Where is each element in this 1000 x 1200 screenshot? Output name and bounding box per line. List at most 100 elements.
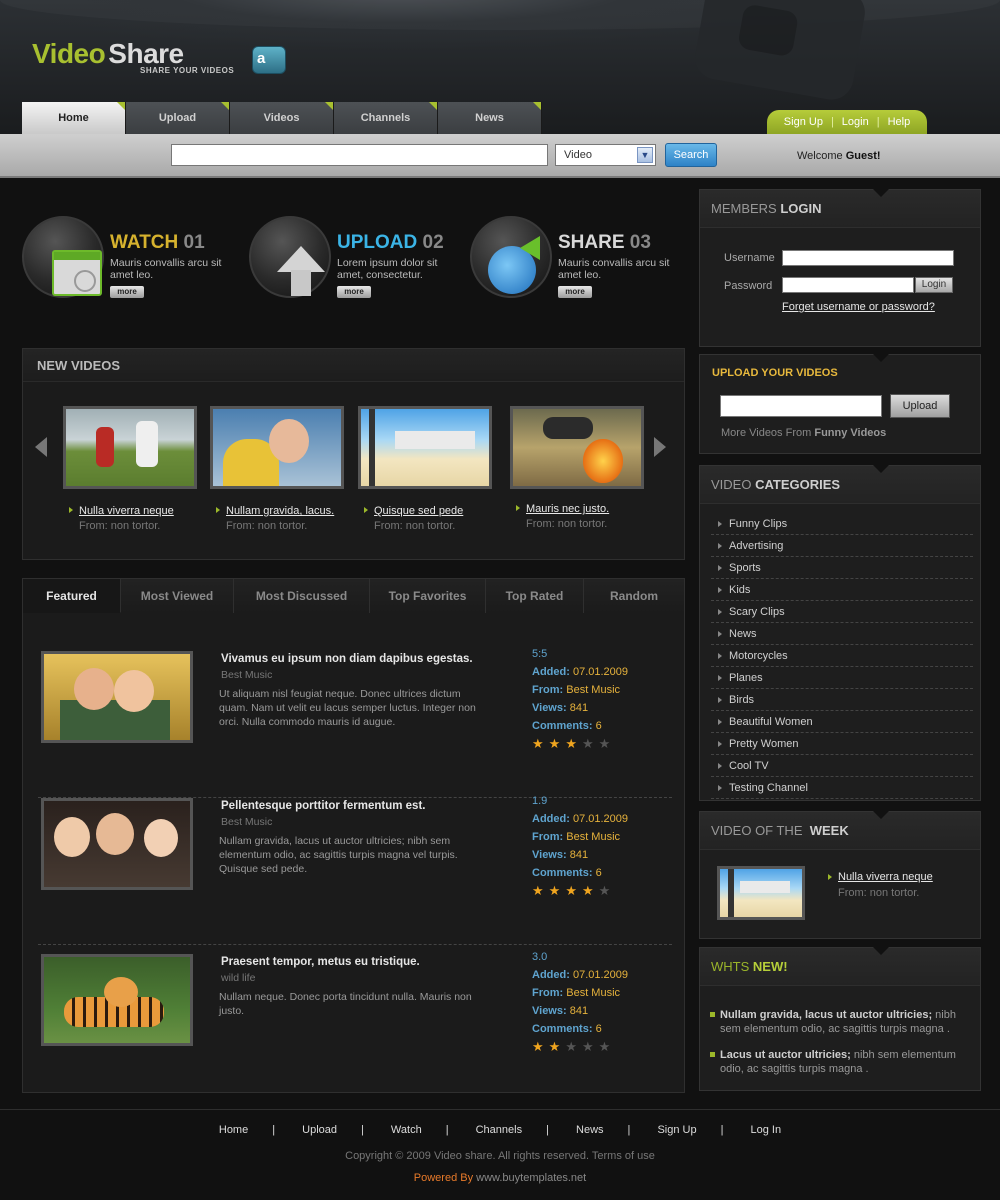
news-item[interactable]: Nullam gravida, lacus ut auctor ultricie… xyxy=(710,1008,966,1036)
category-item[interactable]: Pretty Women xyxy=(711,733,973,755)
video-thumbnail[interactable] xyxy=(210,406,344,489)
tab-top-rated[interactable]: Top Rated xyxy=(486,579,584,613)
nav-tab-videos[interactable]: Videos xyxy=(230,102,334,134)
star-rating[interactable]: ★ ★ ★ ★ ★ xyxy=(532,1040,610,1053)
video-thumbnail[interactable] xyxy=(510,406,644,489)
tab-top-favorites[interactable]: Top Favorites xyxy=(370,579,486,613)
category-item[interactable]: Cool TV xyxy=(711,755,973,777)
login-button[interactable]: Login xyxy=(915,277,953,293)
video-thumbnail[interactable] xyxy=(358,406,492,489)
search-input[interactable] xyxy=(171,144,548,166)
video-thumbnail[interactable] xyxy=(63,406,197,489)
tab-featured[interactable]: Featured xyxy=(23,579,121,613)
star-icon[interactable]: ★ xyxy=(599,884,611,897)
carousel-prev-icon[interactable] xyxy=(35,437,47,457)
footer-link-watch[interactable]: Watch xyxy=(391,1124,422,1136)
category-item[interactable]: Sports xyxy=(711,557,973,579)
footer-link-home[interactable]: Home xyxy=(219,1124,248,1136)
carousel-next-icon[interactable] xyxy=(654,437,666,457)
tab-random[interactable]: Random xyxy=(584,579,684,613)
category-item[interactable]: Funny Clips xyxy=(711,513,973,535)
nav-tab-news[interactable]: News xyxy=(438,102,542,134)
video-title[interactable]: Vivamus eu ipsum non diam dapibus egesta… xyxy=(221,653,473,665)
star-icon[interactable]: ★ xyxy=(549,1040,561,1053)
star-icon[interactable]: ★ xyxy=(599,737,611,750)
category-item[interactable]: Testing Channel xyxy=(711,777,973,799)
site-logo[interactable]: Video Share SHARE YOUR VIDEOS xyxy=(32,38,234,75)
signup-link[interactable]: Sign Up xyxy=(784,116,823,128)
category-item[interactable]: Kids xyxy=(711,579,973,601)
footer-link-channels[interactable]: Channels xyxy=(476,1124,522,1136)
more-button[interactable]: more xyxy=(110,286,144,298)
star-icon[interactable]: ★ xyxy=(565,1040,577,1053)
video-thumbnail[interactable] xyxy=(717,866,805,920)
video-title[interactable]: Pellentesque porttitor fermentum est. xyxy=(221,800,425,812)
camera-badge-icon: a xyxy=(252,46,286,74)
star-icon[interactable]: ★ xyxy=(582,737,594,750)
search-button[interactable]: Search xyxy=(665,143,717,167)
star-icon[interactable]: ★ xyxy=(549,737,561,750)
video-thumbnail[interactable] xyxy=(41,651,193,743)
new-video-title[interactable]: Nulla viverra neque xyxy=(79,505,174,517)
upload-button[interactable]: Upload xyxy=(890,394,950,418)
star-icon[interactable]: ★ xyxy=(532,884,544,897)
footer-link-upload[interactable]: Upload xyxy=(302,1124,337,1136)
video-thumbnail[interactable] xyxy=(41,798,193,890)
video-title[interactable]: Praesent tempor, metus eu tristique. xyxy=(221,956,420,968)
category-item[interactable]: News xyxy=(711,623,973,645)
footer-link-news[interactable]: News xyxy=(576,1124,604,1136)
tab-most-viewed[interactable]: Most Viewed xyxy=(121,579,234,613)
category-item[interactable]: Motorcycles xyxy=(711,645,973,667)
star-rating[interactable]: ★ ★ ★ ★ ★ xyxy=(532,737,610,750)
list-item: Praesent tempor, metus eu tristique. wil… xyxy=(38,951,672,1101)
powered-by-site[interactable]: www.buytemplates.net xyxy=(476,1172,586,1184)
category-item[interactable]: Birds xyxy=(711,689,973,711)
star-icon[interactable]: ★ xyxy=(565,737,577,750)
whats-new-heading: WHTS NEW! xyxy=(700,948,980,986)
star-icon[interactable]: ★ xyxy=(549,884,561,897)
footer-link-login[interactable]: Log In xyxy=(751,1124,782,1136)
star-rating[interactable]: ★ ★ ★ ★ ★ xyxy=(532,884,610,897)
heading-bold: WEEK xyxy=(809,823,849,838)
news-item[interactable]: Lacus ut auctor ultricies; nibh sem elem… xyxy=(710,1048,966,1076)
star-icon[interactable]: ★ xyxy=(532,1040,544,1053)
category-item[interactable]: Planes xyxy=(711,667,973,689)
footer-link-signup[interactable]: Sign Up xyxy=(657,1124,696,1136)
new-video-title[interactable]: Mauris nec justo. xyxy=(526,503,609,515)
password-input[interactable] xyxy=(782,277,914,293)
search-type-select[interactable]: Video ▼ xyxy=(555,144,656,166)
star-icon[interactable]: ★ xyxy=(582,1040,594,1053)
new-video-title[interactable]: Quisque sed pede xyxy=(374,505,463,517)
username-input[interactable] xyxy=(782,250,954,266)
heading-bold: LOGIN xyxy=(780,201,822,216)
star-icon[interactable]: ★ xyxy=(582,884,594,897)
upload-more-link[interactable]: Funny Videos xyxy=(814,427,886,439)
upload-file-input[interactable] xyxy=(720,395,882,417)
feature-orb xyxy=(22,216,104,298)
category-item[interactable]: Advertising xyxy=(711,535,973,557)
star-icon[interactable]: ★ xyxy=(565,884,577,897)
new-video-title[interactable]: Nullam gravida, lacus. xyxy=(226,505,334,517)
meta-from: From: Best Music xyxy=(532,681,628,699)
forgot-credentials-link[interactable]: Forget username or password? xyxy=(782,301,935,313)
bullet-icon xyxy=(364,507,368,513)
chevron-down-icon[interactable]: ▼ xyxy=(637,147,653,163)
video-thumbnail[interactable] xyxy=(41,954,193,1046)
new-video-from: From: non tortor. xyxy=(526,518,608,530)
footer-separator: | xyxy=(445,1124,449,1136)
nav-tab-home[interactable]: Home xyxy=(22,102,126,134)
more-button[interactable]: more xyxy=(337,286,371,298)
star-icon[interactable]: ★ xyxy=(599,1040,611,1053)
help-link[interactable]: Help xyxy=(888,116,911,128)
category-item[interactable]: Beautiful Women xyxy=(711,711,973,733)
meta-added: Added: 07.01.2009 xyxy=(532,966,628,984)
tab-most-discussed[interactable]: Most Discussed xyxy=(234,579,370,613)
votw-title[interactable]: Nulla viverra neque xyxy=(838,871,933,883)
star-icon[interactable]: ★ xyxy=(532,737,544,750)
nav-tab-channels[interactable]: Channels xyxy=(334,102,438,134)
feature-number: 03 xyxy=(629,232,651,253)
nav-tab-upload[interactable]: Upload xyxy=(126,102,230,134)
category-item[interactable]: Scary Clips xyxy=(711,601,973,623)
more-button[interactable]: more xyxy=(558,286,592,298)
login-link[interactable]: Login xyxy=(842,116,869,128)
